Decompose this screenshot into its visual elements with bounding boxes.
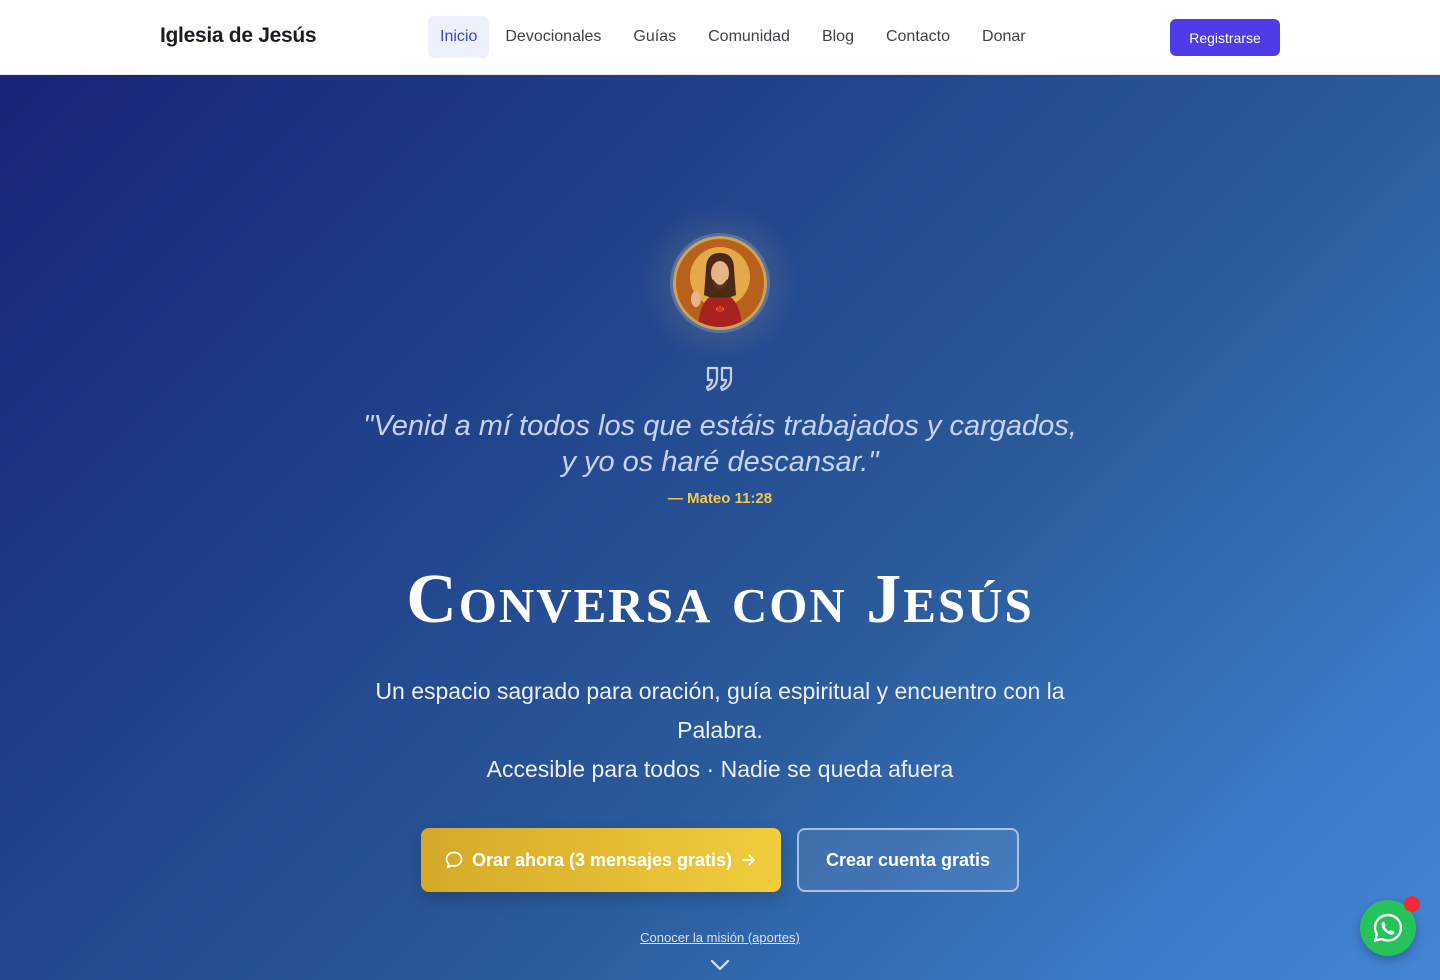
quote-icon xyxy=(705,366,733,392)
hero-section: "Venid a mí todos los que estáis trabaja… xyxy=(0,75,1440,980)
arrow-right-icon xyxy=(742,854,755,866)
bible-verse: "Venid a mí todos los que estáis trabaja… xyxy=(320,408,1120,480)
nav-item-donar[interactable]: Donar xyxy=(966,16,1042,58)
create-account-button[interactable]: Crear cuenta gratis xyxy=(797,828,1019,892)
page-title: Conversa con Jesús xyxy=(406,561,1034,638)
brand-logo[interactable]: Iglesia de Jesús xyxy=(160,24,317,48)
jesus-portrait-icon xyxy=(673,236,767,330)
hero-subtitle: Un espacio sagrado para oración, guía es… xyxy=(375,678,1065,743)
register-button[interactable]: Registrarse xyxy=(1170,19,1280,56)
nav-item-guias[interactable]: Guías xyxy=(617,16,692,58)
nav-item-blog[interactable]: Blog xyxy=(806,16,870,58)
chat-bubble-icon xyxy=(445,851,463,869)
hero-tagline: Accesible para todos · Nadie se queda af… xyxy=(486,756,954,782)
nav-item-comunidad[interactable]: Comunidad xyxy=(692,16,806,58)
top-navbar: Iglesia de Jesús Inicio Devocionales Guí… xyxy=(0,0,1440,75)
whatsapp-icon xyxy=(1373,913,1403,943)
chevron-down-icon[interactable] xyxy=(709,958,731,972)
verse-line-1: "Venid a mí todos los que estáis trabaja… xyxy=(363,410,1077,442)
main-nav: Inicio Devocionales Guías Comunidad Blog… xyxy=(428,16,1042,58)
nav-item-devocionales[interactable]: Devocionales xyxy=(489,16,617,58)
notification-badge xyxy=(1404,896,1420,912)
nav-item-contacto[interactable]: Contacto xyxy=(870,16,966,58)
pray-now-label: Orar ahora (3 mensajes gratis) xyxy=(471,849,733,870)
verse-reference: — Mateo 11:28 xyxy=(667,490,773,507)
mission-link[interactable]: Conocer la misión (aportes) xyxy=(560,930,880,945)
pray-now-button[interactable]: Orar ahora (3 mensajes gratis) xyxy=(421,828,781,892)
verse-line-2: y yo os haré descansar." xyxy=(561,446,879,478)
nav-item-inicio[interactable]: Inicio xyxy=(428,16,490,58)
